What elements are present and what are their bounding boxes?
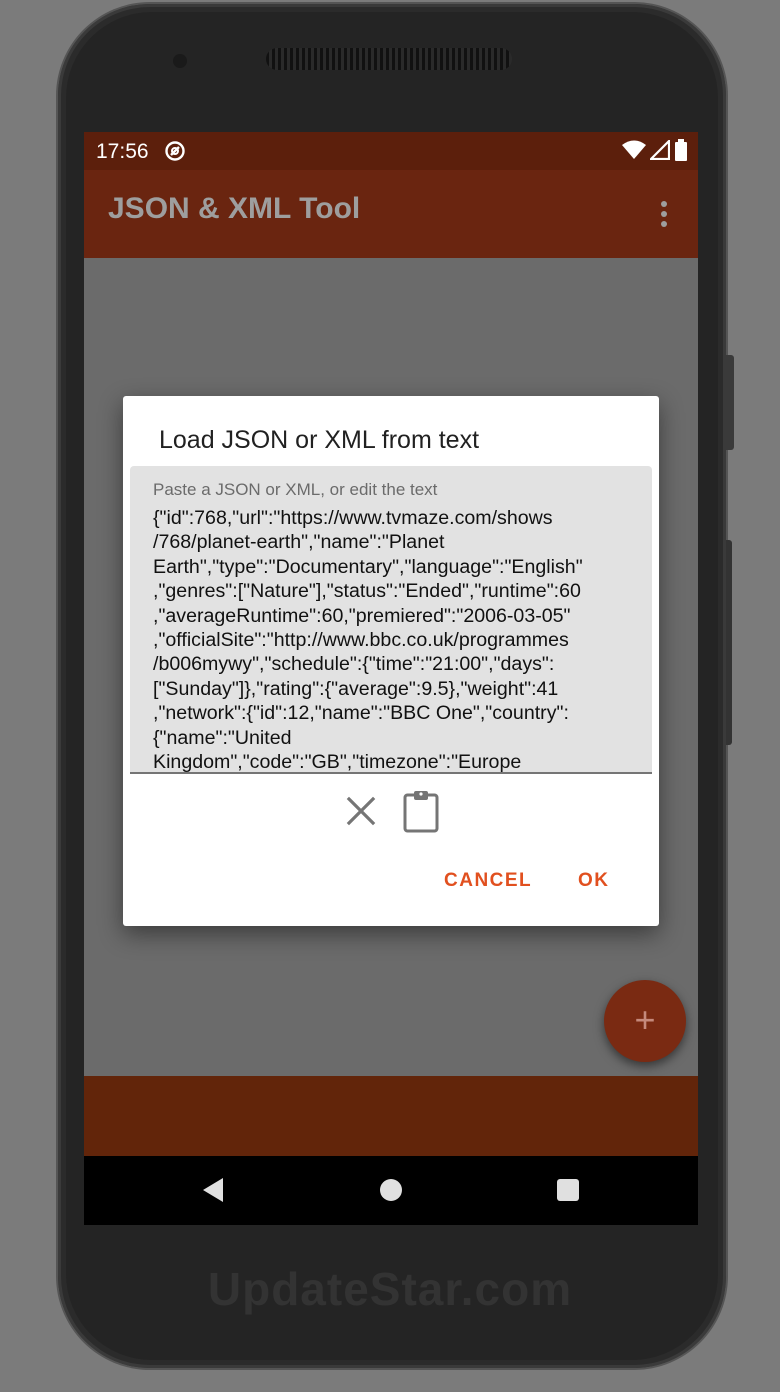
app-title: JSON & XML Tool [108,192,361,225]
signal-icon [650,140,670,160]
battery-icon [675,139,687,161]
wifi-icon [622,140,646,159]
power-button [726,355,734,450]
add-icon: + [634,999,656,1040]
home-icon[interactable] [380,1179,402,1201]
status-time: 17:56 [96,140,149,163]
close-icon[interactable] [344,794,378,828]
ok-button[interactable]: OK [578,870,610,892]
status-bar: 17:56 [84,132,698,170]
back-icon[interactable] [202,1177,224,1203]
status-icons [622,139,688,161]
field-hint: Paste a JSON or XML, or edit the text [153,480,438,499]
front-camera [173,54,187,68]
recents-icon[interactable] [557,1179,579,1201]
add-button[interactable]: + [604,980,686,1062]
json-text-field[interactable]: Paste a JSON or XML, or edit the text {"… [130,466,652,774]
app-bar: JSON & XML Tool [84,170,698,258]
app-notification-icon [165,141,185,161]
more-vert-icon[interactable] [652,198,676,230]
field-value[interactable]: {"id":768,"url":"https://www.tvmaze.com/… [153,506,615,772]
earpiece-speaker [266,48,512,70]
load-text-dialog: Load JSON or XML from text Paste a JSON … [123,396,659,926]
clipboard-icon[interactable] [402,789,440,833]
cancel-button[interactable]: CANCEL [444,870,532,892]
bottom-bar [84,1076,698,1156]
volume-button [726,540,732,745]
watermark: UpdateStar.com [207,1263,573,1315]
navigation-bar [84,1156,698,1225]
dialog-title: Load JSON or XML from text [159,426,480,454]
